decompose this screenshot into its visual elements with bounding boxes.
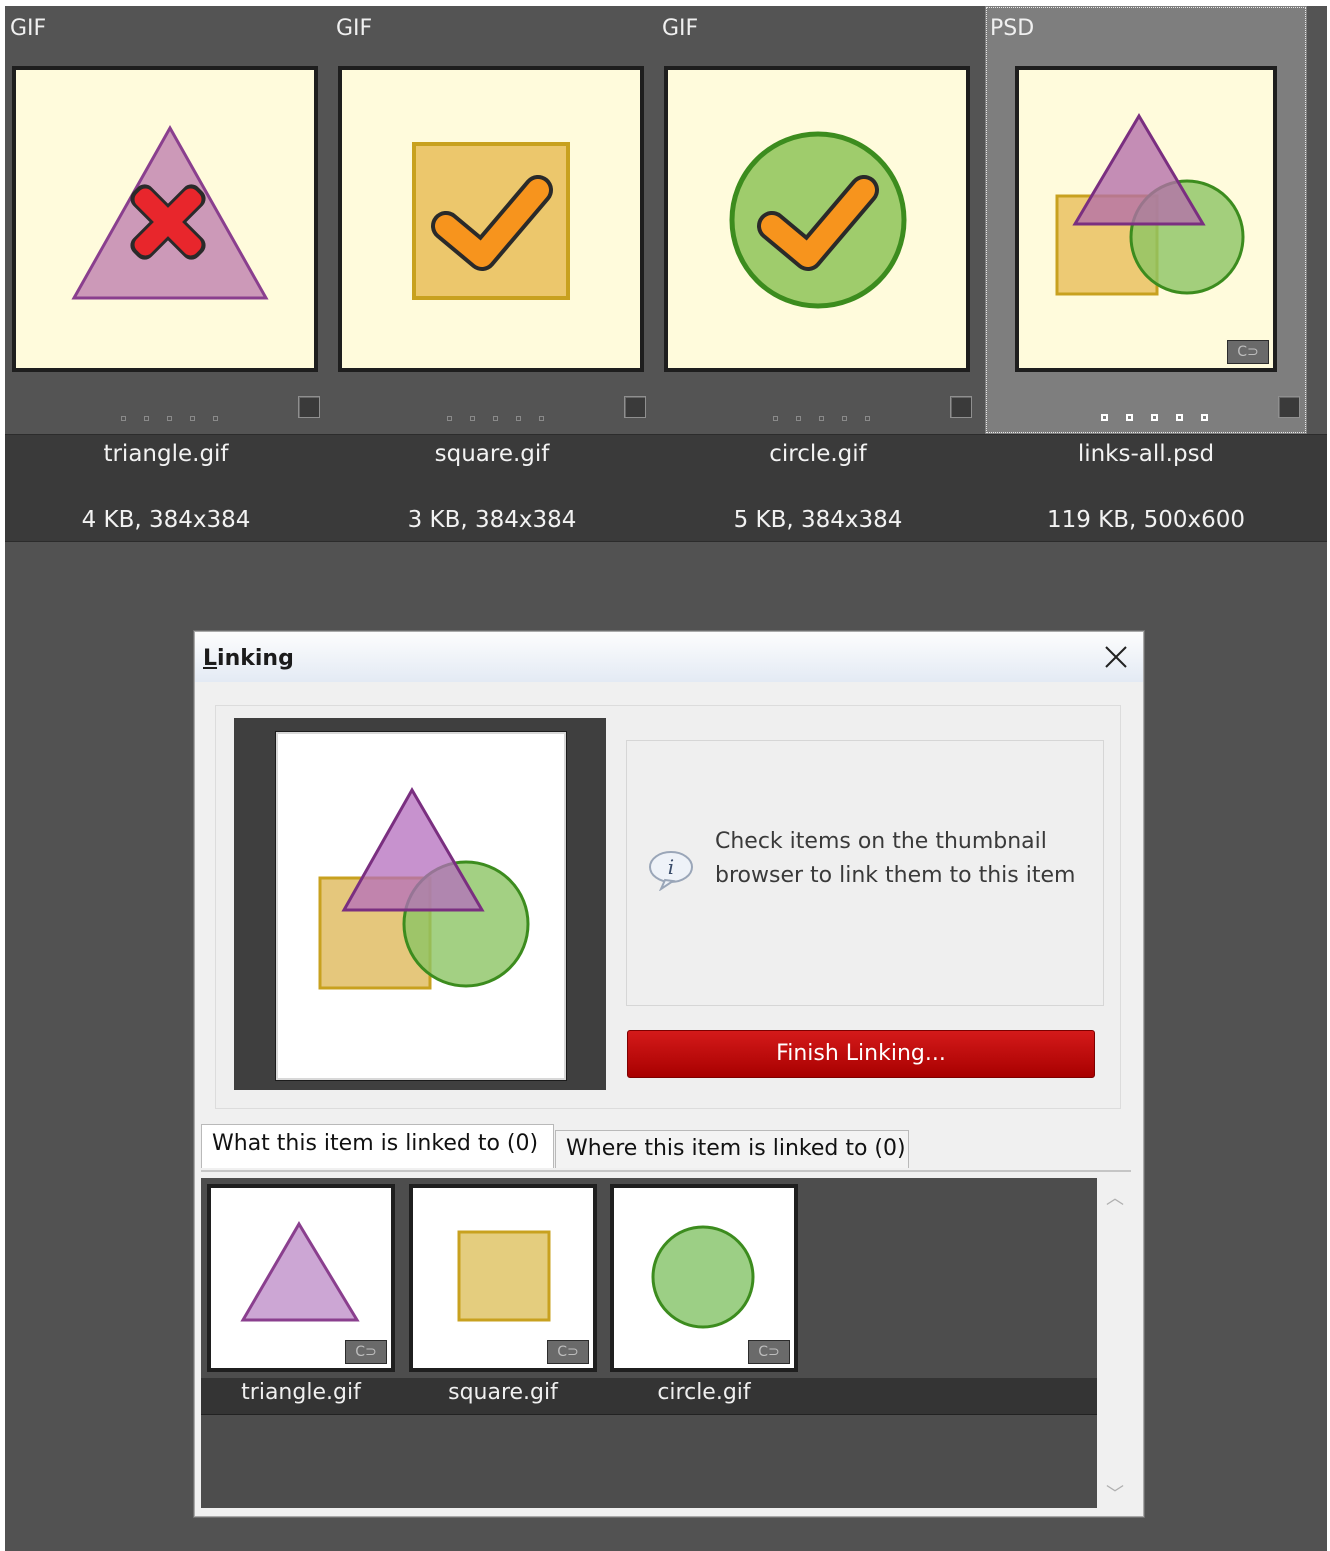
thumbnail-image <box>16 70 314 368</box>
rating-dot[interactable] <box>773 416 778 421</box>
thumbnail-frame[interactable]: C⊃ <box>1015 66 1277 372</box>
link-badge-icon: C⊃ <box>547 1340 589 1364</box>
rating-dot[interactable] <box>1101 414 1108 421</box>
rating-dot[interactable] <box>447 416 452 421</box>
dialog-title: Linking <box>203 646 294 671</box>
file-name[interactable]: circle.gif <box>657 441 979 467</box>
thumbnail-image <box>342 70 640 368</box>
rating-dot[interactable] <box>213 416 218 421</box>
thumbnail-tile-circle[interactable]: GIF <box>657 6 979 434</box>
link-checkbox[interactable] <box>298 396 320 418</box>
rating-dot[interactable] <box>493 416 498 421</box>
link-checkbox[interactable] <box>624 396 646 418</box>
rating-dot[interactable] <box>539 416 544 421</box>
dialog-title-bar[interactable]: Linking <box>195 632 1143 682</box>
rating-dot[interactable] <box>865 416 870 421</box>
rating-dot[interactable] <box>819 416 824 421</box>
item-preview <box>234 718 606 1090</box>
linked-item-name: circle.gif <box>657 1380 751 1405</box>
title-rest: inking <box>217 646 294 671</box>
app-window: GIF GIF GIF PSD C⊃ triangle.gif 4 KB, 38… <box>5 6 1327 1551</box>
rating-dot[interactable] <box>1126 414 1133 421</box>
tab-linked-from[interactable]: Where this item is linked to (0) <box>555 1130 909 1168</box>
thumbnail-tile-triangle[interactable]: GIF <box>5 6 327 434</box>
linked-item-triangle[interactable]: C⊃ <box>207 1184 395 1372</box>
file-meta: 5 KB, 384x384 <box>733 507 903 533</box>
file-name[interactable]: square.gif <box>331 441 653 467</box>
rating-dot[interactable] <box>796 416 801 421</box>
file-name[interactable]: triangle.gif <box>5 441 327 467</box>
scroll-up-icon[interactable]: ︿ <box>1105 1184 1125 1209</box>
link-badge-icon: C⊃ <box>345 1340 387 1364</box>
rating-dots[interactable] <box>121 406 236 421</box>
link-badge-icon: C⊃ <box>1227 340 1269 364</box>
thumbnail-frame[interactable] <box>12 66 318 372</box>
file-type-label: GIF <box>336 16 373 41</box>
title-mnemonic: L <box>203 646 218 671</box>
file-name[interactable]: links-all.psd <box>985 441 1307 467</box>
tab-linked-to[interactable]: What this item is linked to (0) <box>201 1124 554 1168</box>
rating-dot[interactable] <box>1201 414 1208 421</box>
linked-names-bar: triangle.gif square.gif circle.gif <box>201 1378 1097 1415</box>
tab-divider <box>201 1170 1131 1172</box>
thumbnail-frame[interactable] <box>664 66 970 372</box>
link-checkbox[interactable] <box>950 396 972 418</box>
file-meta: 3 KB, 384x384 <box>407 507 577 533</box>
vertical-scrollbar[interactable]: ︿ ﹀ <box>1097 1178 1133 1508</box>
rating-dots[interactable] <box>773 406 888 421</box>
linked-item-circle[interactable]: C⊃ <box>610 1184 798 1372</box>
rating-dot[interactable] <box>190 416 195 421</box>
hint-box: i Check items on the thumbnail browser t… <box>626 740 1104 1006</box>
preview-image <box>276 732 566 1080</box>
rating-dots[interactable] <box>447 406 562 421</box>
linked-item-name: square.gif <box>448 1380 558 1405</box>
link-badge-icon: C⊃ <box>748 1340 790 1364</box>
rating-dot[interactable] <box>144 416 149 421</box>
close-icon[interactable] <box>1101 642 1131 672</box>
scroll-down-icon[interactable]: ﹀ <box>1105 1480 1125 1505</box>
linked-thumbnail: C⊃ <box>614 1188 794 1368</box>
file-meta: 4 KB, 384x384 <box>81 507 251 533</box>
link-panel: i Check items on the thumbnail browser t… <box>215 705 1121 1109</box>
file-meta: 119 KB, 500x600 <box>1046 507 1246 533</box>
linked-item-name: triangle.gif <box>241 1380 361 1405</box>
linked-thumbnail: C⊃ <box>413 1188 593 1368</box>
rating-dot[interactable] <box>1151 414 1158 421</box>
thumbnail-info-bar: triangle.gif 4 KB, 384x384 square.gif 3 … <box>5 434 1327 542</box>
thumbnail-image: C⊃ <box>1019 70 1273 368</box>
linked-item-square[interactable]: C⊃ <box>409 1184 597 1372</box>
rating-dot[interactable] <box>167 416 172 421</box>
finish-linking-button[interactable]: Finish Linking... <box>627 1030 1095 1078</box>
linked-thumbnail: C⊃ <box>211 1188 391 1368</box>
file-type-label: PSD <box>990 16 1035 41</box>
rating-dots[interactable] <box>1101 406 1226 421</box>
rating-dot[interactable] <box>516 416 521 421</box>
thumbnail-frame[interactable] <box>338 66 644 372</box>
thumbnail-browser: GIF GIF GIF PSD C⊃ <box>5 6 1327 434</box>
linked-items-list: C⊃ C⊃ C⊃ triangle.gif square.gif circle.… <box>201 1178 1097 1508</box>
hint-text: Check items on the thumbnail browser to … <box>715 829 1076 888</box>
rating-dot[interactable] <box>842 416 847 421</box>
rating-dot[interactable] <box>121 416 126 421</box>
thumbnail-tile-links-all[interactable]: PSD C⊃ <box>985 6 1307 434</box>
svg-text:i: i <box>668 855 674 879</box>
rating-dot[interactable] <box>470 416 475 421</box>
rating-dot[interactable] <box>1176 414 1183 421</box>
file-type-label: GIF <box>662 16 699 41</box>
info-icon: i <box>649 851 693 891</box>
thumbnail-tile-square[interactable]: GIF <box>331 6 653 434</box>
thumbnail-image <box>668 70 966 368</box>
link-checkbox[interactable] <box>1278 396 1300 418</box>
linking-dialog: Linking i Check items on the thumbnail b… <box>194 631 1144 1517</box>
file-type-label: GIF <box>10 16 47 41</box>
